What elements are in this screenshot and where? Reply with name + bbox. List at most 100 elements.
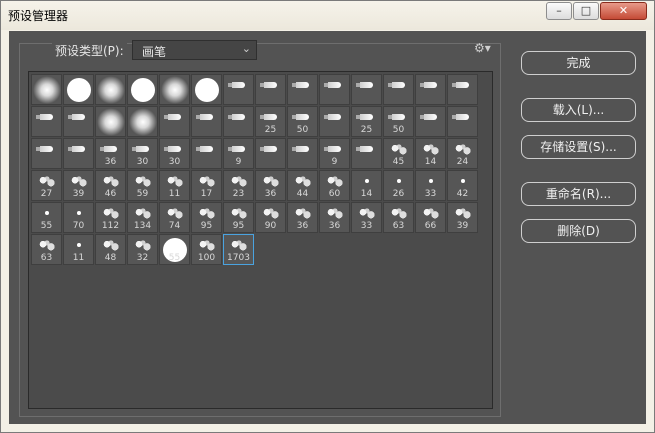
preset-type-select[interactable]: 画笔 ⌄	[132, 40, 257, 60]
brush-preset-cell[interactable]: 100	[191, 234, 222, 265]
brush-preset-cell[interactable]	[63, 106, 94, 137]
brush-preset-cell[interactable]: 60	[319, 170, 350, 201]
title-bar[interactable]: 预设管理器 – □ ✕	[1, 1, 654, 30]
gear-icon[interactable]: ⚙▾	[474, 41, 491, 55]
minimize-button[interactable]: –	[546, 2, 572, 20]
brush-preset-cell[interactable]	[191, 138, 222, 169]
brush-preset-cell[interactable]	[191, 74, 222, 105]
brush-preset-cell[interactable]	[127, 106, 158, 137]
brush-preset-cell[interactable]: 50	[287, 106, 318, 137]
brush-preset-cell[interactable]: 74	[159, 202, 190, 233]
brush-tip-shape	[452, 114, 469, 120]
brush-preset-cell[interactable]	[287, 74, 318, 105]
brush-preset-cell[interactable]: 39	[63, 170, 94, 201]
brush-tip-shape	[228, 146, 245, 152]
brush-preset-cell[interactable]: 46	[95, 170, 126, 201]
brush-preset-cell[interactable]	[31, 106, 62, 137]
brush-preset-cell[interactable]	[95, 106, 126, 137]
brush-preset-cell[interactable]	[415, 106, 446, 137]
brush-preset-cell[interactable]	[159, 106, 190, 137]
brush-preset-cell[interactable]	[223, 106, 254, 137]
brush-dot-shape	[44, 211, 49, 215]
brush-preset-cell[interactable]: 63	[31, 234, 62, 265]
brush-preset-cell[interactable]: 9	[319, 138, 350, 169]
brush-preset-cell[interactable]: 24	[447, 138, 478, 169]
brush-preset-cell[interactable]: 50	[383, 106, 414, 137]
brush-preset-cell[interactable]: 1703	[223, 234, 254, 265]
brush-preset-cell[interactable]	[63, 138, 94, 169]
brush-preset-cell[interactable]: 27	[31, 170, 62, 201]
brush-preset-cell[interactable]: 30	[127, 138, 158, 169]
brush-preset-cell[interactable]: 70	[63, 202, 94, 233]
brush-preset-cell[interactable]: 33	[351, 202, 382, 233]
delete-button[interactable]: 删除(D)	[521, 219, 636, 243]
brush-preset-cell[interactable]	[383, 74, 414, 105]
brush-preset-cell[interactable]	[31, 74, 62, 105]
brush-preset-cell[interactable]: 45	[383, 138, 414, 169]
brush-preset-cell[interactable]: 63	[383, 202, 414, 233]
maximize-button[interactable]: □	[573, 2, 599, 20]
brush-preset-cell[interactable]	[319, 74, 350, 105]
brush-preset-cell[interactable]	[319, 106, 350, 137]
brush-preset-cell[interactable]	[255, 138, 286, 169]
brush-preset-cell[interactable]: 134	[127, 202, 158, 233]
brush-blob-shape	[196, 238, 217, 252]
brush-preset-cell[interactable]: 66	[415, 202, 446, 233]
brush-preset-cell[interactable]: 48	[95, 234, 126, 265]
brush-preset-cell[interactable]: 44	[287, 170, 318, 201]
done-button[interactable]: 完成	[521, 51, 636, 75]
brush-preset-cell[interactable]: 11	[159, 170, 190, 201]
brush-preset-cell[interactable]	[191, 106, 222, 137]
close-button[interactable]: ✕	[600, 2, 647, 20]
brush-preset-cell[interactable]	[351, 74, 382, 105]
brush-preset-cell[interactable]: 11	[63, 234, 94, 265]
brush-preset-cell[interactable]: 59	[127, 170, 158, 201]
brush-preset-cell[interactable]: 33	[415, 170, 446, 201]
brush-preset-cell[interactable]: 39	[447, 202, 478, 233]
load-button[interactable]: 载入(L)...	[521, 98, 636, 122]
brush-preset-cell[interactable]	[447, 106, 478, 137]
brush-preset-cell[interactable]: 55	[159, 234, 190, 265]
brush-preset-cell[interactable]	[223, 74, 254, 105]
brush-size-label: 26	[392, 189, 405, 199]
brush-preset-cell[interactable]: 32	[127, 234, 158, 265]
brush-size-label: 74	[168, 221, 181, 231]
brush-preset-cell[interactable]: 36	[255, 170, 286, 201]
brush-thumbnail	[352, 171, 381, 191]
brush-preset-cell[interactable]: 26	[383, 170, 414, 201]
brush-preset-cell[interactable]	[63, 74, 94, 105]
brush-thumbnail	[224, 139, 253, 159]
brush-size-label: 17	[200, 189, 213, 199]
brush-preset-cell[interactable]	[95, 74, 126, 105]
brush-preset-cell[interactable]	[127, 74, 158, 105]
brush-preset-cell[interactable]: 36	[287, 202, 318, 233]
brush-dot-shape	[364, 179, 369, 183]
brush-preset-cell[interactable]: 14	[351, 170, 382, 201]
brush-preset-cell[interactable]: 36	[319, 202, 350, 233]
brush-preset-cell[interactable]: 17	[191, 170, 222, 201]
brush-preset-cell[interactable]: 25	[255, 106, 286, 137]
brush-preset-cell[interactable]: 95	[223, 202, 254, 233]
brush-preset-cell[interactable]: 30	[159, 138, 190, 169]
brush-preset-cell[interactable]: 55	[31, 202, 62, 233]
rename-button[interactable]: 重命名(R)...	[521, 182, 636, 206]
save-settings-button[interactable]: 存储设置(S)...	[521, 135, 636, 159]
brush-preset-cell[interactable]: 90	[255, 202, 286, 233]
brush-preset-cell[interactable]: 23	[223, 170, 254, 201]
brush-preset-cell[interactable]: 25	[351, 106, 382, 137]
brush-preset-cell[interactable]: 36	[95, 138, 126, 169]
brush-preset-cell[interactable]: 14	[415, 138, 446, 169]
brush-preset-cell[interactable]: 112	[95, 202, 126, 233]
brush-preset-cell[interactable]	[255, 74, 286, 105]
brush-preset-cell[interactable]: 95	[191, 202, 222, 233]
brush-preset-cell[interactable]	[31, 138, 62, 169]
brush-preset-cell[interactable]	[159, 74, 190, 105]
brush-preset-cell[interactable]	[447, 74, 478, 105]
brush-blob-shape	[420, 142, 441, 156]
brush-preset-cell[interactable]: 42	[447, 170, 478, 201]
brush-preset-cell[interactable]	[415, 74, 446, 105]
brush-preset-cell[interactable]: 9	[223, 138, 254, 169]
brush-preset-cell[interactable]	[351, 138, 382, 169]
brush-size-label: 95	[232, 221, 245, 231]
brush-preset-cell[interactable]	[287, 138, 318, 169]
